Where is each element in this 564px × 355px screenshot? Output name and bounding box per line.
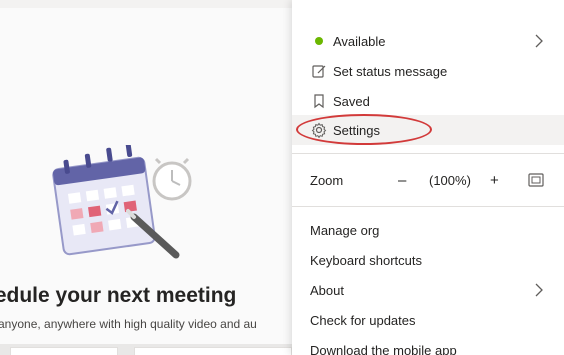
menu-item-label: About [310,282,344,298]
menu-item-settings[interactable]: Settings [292,115,564,145]
menu-divider [292,206,564,207]
menu-item-label: Keyboard shortcuts [310,252,423,268]
zoom-in-button[interactable]: + [490,172,499,189]
menu-item-label: Available [333,33,386,49]
menu-item-label: Check for updates [310,312,416,328]
presence-dot-icon [310,37,328,45]
menu-item-available[interactable]: Available [292,26,564,56]
menu-item-about[interactable]: About [292,275,564,305]
menu-item-check-for-updates[interactable]: Check for updates [292,305,564,335]
zoom-out-button[interactable]: – [398,172,406,189]
schedule-meeting-description: anyone, anywhere with high quality video… [0,317,257,331]
menu-item-manage-org[interactable]: Manage org [292,215,564,245]
bookmark-icon [310,93,328,109]
fullscreen-icon[interactable] [528,173,544,187]
zoom-label: Zoom [310,172,344,188]
calendar-clock-illustration [52,145,192,259]
edit-status-icon [310,63,328,79]
menu-item-label: Saved [333,93,370,109]
menu-item-download-mobile-app[interactable]: Download the mobile app [292,335,564,355]
menu-item-set-status-message[interactable]: Set status message [292,56,564,86]
meet-now-button[interactable] [10,347,118,355]
profile-menu: Available Set status message Saved Setti… [292,0,564,355]
menu-item-keyboard-shortcuts[interactable]: Keyboard shortcuts [292,245,564,275]
menu-item-label: Download the mobile app [310,342,457,355]
background-panel: hedule your next meeting anyone, anywher… [0,0,292,355]
zoom-value: (100%) [429,172,471,188]
schedule-meeting-button[interactable] [134,347,292,355]
menu-item-label: Manage org [310,222,380,238]
chevron-right-icon [535,34,543,48]
menu-divider [292,153,564,154]
schedule-meeting-heading: hedule your next meeting [0,284,237,307]
zoom-control: Zoom – (100%) + [292,165,564,195]
menu-item-label: Set status message [333,63,448,79]
gear-icon [310,122,328,138]
menu-item-saved[interactable]: Saved [292,86,564,116]
menu-item-label: Settings [333,122,380,138]
chevron-right-icon [535,283,543,297]
